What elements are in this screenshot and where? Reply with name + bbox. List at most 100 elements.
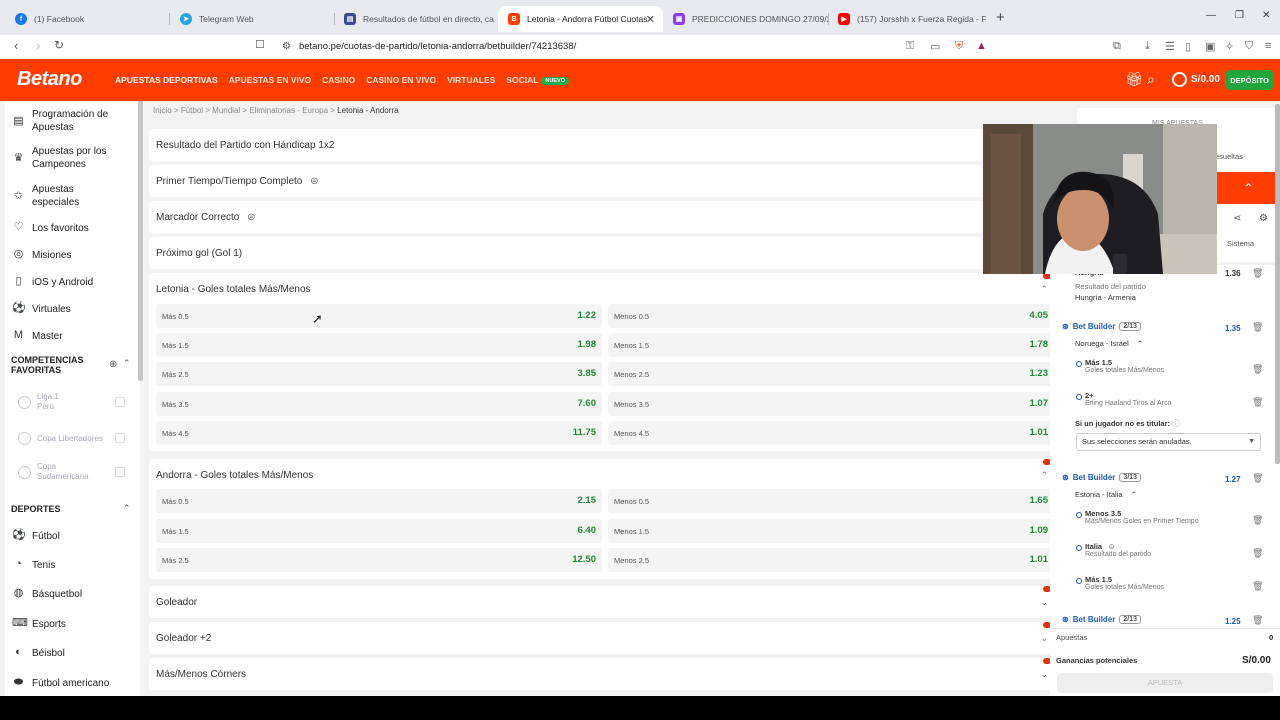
- brave-rewards-icon[interactable]: ▲: [976, 40, 987, 52]
- browser-tab[interactable]: ▤ Resultados de fútbol en directo, cale: [334, 6, 494, 32]
- market-collapsed[interactable]: Próximo gol (Gol 1): [149, 237, 1054, 269]
- breadcrumb-item[interactable]: Inicio: [153, 106, 172, 115]
- bet-builder-event[interactable]: Noruega - Israel ⌃: [1075, 339, 1143, 348]
- odd-button[interactable]: Más 2.5 3.85: [156, 362, 602, 386]
- favorite-competition[interactable]: Copa Libertadores: [18, 431, 125, 445]
- chevron-up-icon[interactable]: ⌃: [1040, 284, 1048, 295]
- sidebar-item-ios-android[interactable]: ▯ iOS y Android: [5, 275, 140, 289]
- cast-icon[interactable]: ▭: [930, 40, 940, 53]
- reload-icon[interactable]: ↻: [54, 38, 64, 52]
- browser-tab[interactable]: ▣ PREDICCIONES DOMINGO 27/09/25: [663, 6, 828, 32]
- sidebar-sport-tenis[interactable]: ◔ Tenis: [5, 558, 140, 572]
- menu-icon[interactable]: ≡: [1265, 40, 1271, 52]
- vpn-icon[interactable]: ⛉: [1245, 40, 1253, 53]
- odd-button[interactable]: Más 1.5 1.98: [156, 333, 602, 357]
- sidebar-scrollbar[interactable]: [138, 101, 143, 381]
- add-favorite-icon[interactable]: ⊕: [109, 359, 117, 370]
- favorite-competition[interactable]: Copa Sudamericana: [18, 462, 125, 482]
- forward-icon[interactable]: ›: [36, 38, 40, 53]
- screenshot-icon[interactable]: ⧉: [1113, 40, 1121, 53]
- nav-virtuales[interactable]: VIRTUALES: [447, 75, 495, 85]
- odd-button[interactable]: Menos 2.5 1.01: [608, 548, 1054, 572]
- trash-icon[interactable]: 🗑︎: [1252, 515, 1263, 526]
- odd-button[interactable]: Más 3.5 7.60: [156, 392, 602, 416]
- sidebar-sport-futbol[interactable]: ⚽ Fútbol: [5, 529, 140, 543]
- trash-icon[interactable]: 🗑︎: [1252, 615, 1263, 626]
- odd-button[interactable]: Más 0.5 2.15: [156, 489, 602, 513]
- trash-icon[interactable]: 🗑︎: [1252, 397, 1263, 408]
- key-icon[interactable]: ⚿: [906, 40, 914, 53]
- sidebar-item-favoritos[interactable]: ♡ Los favoritos: [5, 221, 140, 235]
- odd-button[interactable]: Menos 1.5 1.09: [608, 519, 1054, 543]
- market-collapsed[interactable]: Más/Menos Córners ⌄: [149, 658, 1054, 690]
- titular-dropdown[interactable]: Sus selecciones serán anuladas. ▼: [1076, 433, 1261, 451]
- odd-button[interactable]: Menos 0.5 4.05: [608, 304, 1054, 328]
- wallet-icon[interactable]: ▣: [1205, 40, 1215, 53]
- minimize-icon[interactable]: —: [1206, 10, 1216, 21]
- odd-button[interactable]: Más 0.5 1.22: [156, 304, 602, 328]
- trash-icon[interactable]: 🗑︎: [1252, 322, 1263, 333]
- chevron-up-icon[interactable]: ⌃: [123, 503, 131, 514]
- market-title[interactable]: Letonia - Goles totales Más/Menos: [156, 284, 311, 295]
- back-icon[interactable]: ‹: [14, 38, 18, 53]
- market-collapsed[interactable]: Goleador ⌄: [149, 586, 1054, 618]
- trash-icon[interactable]: 🗑︎: [1252, 548, 1263, 559]
- odd-button[interactable]: Menos 1.5 1.78: [608, 333, 1054, 357]
- resueltas-tab[interactable]: esueltas: [1215, 152, 1243, 161]
- chevron-up-icon[interactable]: ⌃: [1040, 470, 1048, 481]
- sidebar-item-programacion[interactable]: ▤ Programación de Apuestas: [5, 107, 140, 135]
- trash-icon[interactable]: 🗑︎: [1252, 268, 1263, 279]
- extension-icon[interactable]: ✧: [1225, 40, 1234, 53]
- sidebar-item-misiones[interactable]: ◎ Misiones: [5, 248, 140, 262]
- favorite-checkbox[interactable]: [115, 467, 125, 477]
- sidebar-sport-basquetbol[interactable]: ◍ Básquetbol: [5, 587, 140, 601]
- nav-social[interactable]: SOCIAL NUEVO: [506, 75, 569, 85]
- favorite-competition[interactable]: Liga 1 Perú: [18, 392, 125, 412]
- sidebar-sport-esports[interactable]: ⌨ Esports: [5, 617, 140, 631]
- settings-icon[interactable]: ⚙: [1259, 213, 1268, 224]
- market-collapsed[interactable]: Resultado del Partido con Hándicap 1x2: [149, 129, 1054, 161]
- sidebar-sport-futbol-americano[interactable]: ⬬ Fútbol americano: [5, 676, 140, 690]
- close-window-icon[interactable]: ✕: [1262, 10, 1270, 21]
- market-collapsed[interactable]: Marcador Correcto ⊜: [149, 201, 1054, 233]
- odd-button[interactable]: Menos 2.5 1.23: [608, 362, 1054, 386]
- close-tab-icon[interactable]: ✕: [646, 13, 655, 26]
- sidebar-item-virtuales[interactable]: ⚽ Virtuales: [5, 302, 140, 316]
- chevron-up-icon[interactable]: ⌃: [123, 358, 131, 369]
- info-icon[interactable]: ⓘ: [1172, 419, 1180, 428]
- bet-builder-event[interactable]: Estonia - Italia ⌃: [1075, 490, 1137, 499]
- market-collapsed[interactable]: Goleador +2 ⌄: [149, 622, 1054, 654]
- odd-button[interactable]: Menos 3.5 1.07: [608, 392, 1054, 416]
- odd-button[interactable]: Más 2.5 12.50: [156, 548, 602, 572]
- market-title[interactable]: Andorra - Goles totales Más/Menos: [156, 470, 313, 481]
- browser-tab[interactable]: ➤ Telegram Web: [170, 6, 330, 32]
- account-balance[interactable]: S/0.00: [1172, 72, 1220, 87]
- odd-button[interactable]: Más 4.5 11.75: [156, 421, 602, 445]
- sidebar-icon[interactable]: ▯: [1185, 40, 1191, 53]
- favorite-checkbox[interactable]: [115, 397, 125, 407]
- betano-logo[interactable]: Betano: [17, 68, 82, 91]
- sidebar-sport-beisbol[interactable]: ◐ Béisbol: [5, 646, 140, 660]
- odd-button[interactable]: Menos 0.5 1.65: [608, 489, 1054, 513]
- maximize-icon[interactable]: ❐: [1235, 10, 1244, 21]
- sidebar-item-campeones[interactable]: ♛ Apuestas por los Campeones: [5, 144, 140, 172]
- share-icon[interactable]: ⋖: [1233, 213, 1241, 224]
- search-icon[interactable]: ⌕: [1147, 71, 1155, 88]
- sidebar-item-especiales[interactable]: ✩ Apuestas especiales: [5, 182, 140, 210]
- new-tab-icon[interactable]: +: [996, 9, 1005, 26]
- market-collapsed[interactable]: Primer Tiempo/Tiempo Completo ⊜: [149, 165, 1054, 197]
- place-bet-button[interactable]: APUESTA: [1057, 673, 1273, 693]
- breadcrumb-item[interactable]: Fútbol: [181, 106, 203, 115]
- address-bar[interactable]: ⚙ betano.pe/cuotas-de-partido/letonia-an…: [270, 36, 996, 56]
- odd-button[interactable]: Menos 4.5 1.01: [608, 421, 1054, 445]
- nav-apuestas-en-vivo[interactable]: APUESTAS EN VIVO: [229, 75, 312, 85]
- trash-icon[interactable]: 🗑︎: [1252, 581, 1263, 592]
- odd-button[interactable]: Más 1.5 6.40: [156, 519, 602, 543]
- betslip-scrollbar[interactable]: [1275, 104, 1280, 464]
- bookmark-icon[interactable]: ☐: [255, 38, 265, 51]
- download-icon[interactable]: ⤓: [1145, 40, 1150, 53]
- breadcrumb-item[interactable]: Eliminatorias - Europa: [249, 106, 328, 115]
- browser-tab-active[interactable]: B Letonia - Andorra Fútbol Cuotas ✕: [498, 6, 663, 32]
- nav-casino[interactable]: CASINO: [322, 75, 355, 85]
- brave-shield-icon[interactable]: ⛨: [955, 40, 963, 53]
